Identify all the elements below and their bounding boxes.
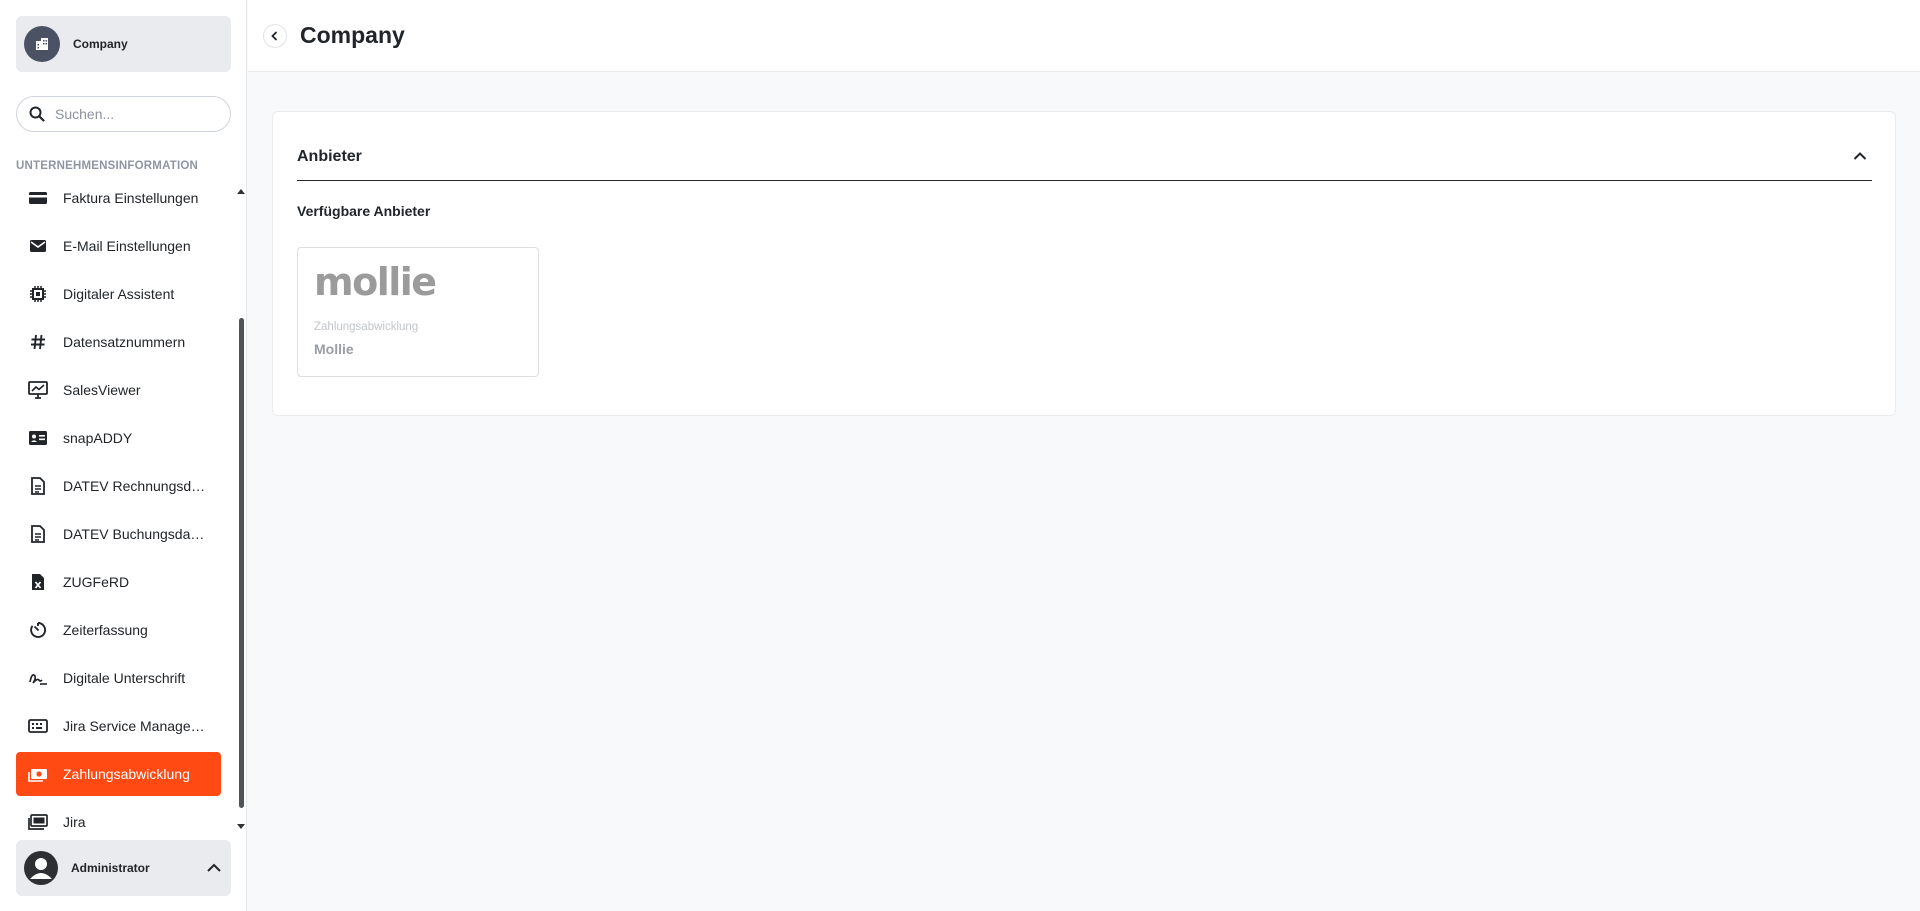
sidebar-item-datensatznummern[interactable]: Datensatznummern — [16, 320, 221, 364]
sidebar-item-snapaddy[interactable]: snapADDY — [16, 416, 221, 460]
sidebar-item-digitale-unterschrift[interactable]: Digitale Unterschrift — [16, 656, 221, 700]
chevron-up-icon[interactable] — [205, 859, 223, 877]
hashtag-icon — [28, 332, 48, 352]
page-title: Company — [300, 22, 405, 48]
stack-icon — [28, 812, 48, 832]
scroll-up-arrow[interactable] — [237, 189, 245, 194]
chip-icon — [28, 284, 48, 304]
sidebar-item-label: Zahlungsabwicklung — [63, 766, 190, 782]
sidebar-item-label: Digitale Unterschrift — [63, 670, 186, 686]
sidebar-item-datev-buchungsdaten[interactable]: DATEV Buchungsdaten — [16, 512, 221, 556]
excel-file-icon — [28, 572, 48, 592]
sidebar-item-jira[interactable]: Jira — [16, 800, 221, 832]
id-card-icon — [28, 428, 48, 448]
panel-header[interactable]: Anbieter — [297, 136, 1872, 181]
sidebar-item-label: snapADDY — [63, 430, 133, 446]
signature-icon — [28, 668, 48, 688]
document-icon — [28, 476, 48, 496]
section-label: UNTERNEHMENSINFORMATION — [16, 160, 198, 172]
sidebar-item-label: E-Mail Einstellungen — [63, 238, 191, 254]
sidebar-item-email-einstellungen[interactable]: E-Mail Einstellungen — [16, 224, 221, 268]
sidebar-item-zahlungsabwicklung[interactable]: Zahlungsabwicklung — [16, 752, 221, 796]
scroll-down-arrow[interactable] — [237, 824, 245, 829]
avatar — [24, 851, 58, 885]
panel-title: Anbieter — [297, 148, 362, 165]
sidebar-item-label: Digitaler Assistent — [63, 286, 175, 302]
scrollbar-thumb[interactable] — [239, 318, 244, 808]
sidebar-item-zugferd[interactable]: ZUGFeRD — [16, 560, 221, 604]
search-icon — [29, 106, 45, 122]
sidebar-item-jira-service-management[interactable]: Jira Service Management — [16, 704, 221, 748]
envelope-icon — [28, 236, 48, 256]
monitor-chart-icon — [28, 380, 48, 400]
section-subtitle: Verfügbare Anbieter — [297, 203, 431, 219]
providers-panel: Anbieter Verfügbare Anbieter mollie Zahl… — [272, 111, 1896, 416]
sidebar-item-label: DATEV Buchungsdaten — [63, 526, 208, 542]
sidebar-item-label: ZUGFeRD — [63, 574, 130, 590]
provider-name: Mollie — [314, 341, 354, 357]
building-icon — [36, 38, 48, 50]
mollie-logo: mollie — [314, 260, 437, 304]
sidebar-item-zeiterfassung[interactable]: Zeiterfassung — [16, 608, 221, 652]
provider-category: Zahlungsabwicklung — [314, 321, 419, 333]
keyboard-icon — [28, 716, 48, 736]
search-box[interactable] — [16, 96, 231, 132]
sidebar-item-datev-rechnungsdaten[interactable]: DATEV Rechnungsdaten — [16, 464, 221, 508]
sidebar-item-label: Faktura Einstellungen — [63, 190, 199, 206]
chevron-up-icon[interactable] — [1852, 148, 1868, 164]
back-button[interactable] — [263, 24, 287, 48]
document-icon — [28, 524, 48, 544]
sidebar-item-label: Datensatznummern — [63, 334, 186, 350]
sidebar-nav: Faktura Einstellungen E-Mail Einstellung… — [16, 178, 221, 832]
timer-icon — [28, 620, 48, 640]
company-name: Company — [73, 37, 128, 51]
sidebar-item-digitaler-assistent[interactable]: Digitaler Assistent — [16, 272, 221, 316]
user-menu[interactable]: Administrator — [16, 840, 231, 896]
sidebar-item-label: SalesViewer — [63, 382, 141, 398]
sidebar-item-label: Jira Service Management — [63, 718, 208, 734]
user-icon — [30, 858, 52, 879]
company-switcher[interactable]: Company — [16, 16, 231, 72]
money-icon — [28, 764, 48, 784]
provider-card-mollie[interactable]: mollie Zahlungsabwicklung Mollie — [297, 247, 539, 377]
sidebar-item-salesviewer[interactable]: SalesViewer — [16, 368, 221, 412]
sidebar-item-label: Zeiterfassung — [63, 622, 148, 638]
page-header: Company — [248, 0, 1920, 72]
search-input[interactable] — [55, 106, 215, 122]
sidebar-item-label: Jira — [63, 814, 86, 830]
chevron-left-icon — [271, 31, 278, 41]
sidebar-item-label: DATEV Rechnungsdaten — [63, 478, 208, 494]
credit-card-icon — [28, 188, 48, 208]
user-name: Administrator — [71, 861, 150, 875]
sidebar-item-faktura-einstellungen[interactable]: Faktura Einstellungen — [16, 178, 221, 220]
company-avatar — [24, 26, 60, 62]
sidebar: Company UNTERNEHMENSINFORMATION Faktura … — [0, 0, 247, 911]
